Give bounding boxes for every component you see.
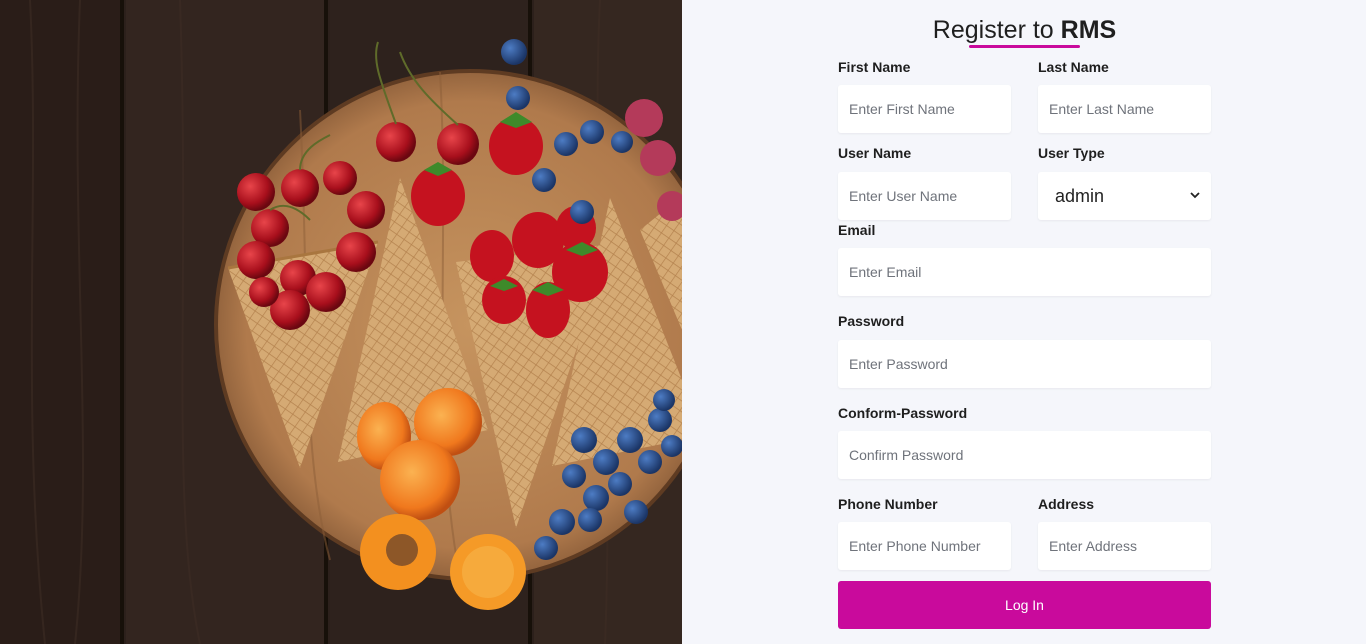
title-brand: RMS	[1060, 16, 1117, 44]
last-name-label: Last Name	[1038, 59, 1109, 75]
page-title: Register to RMS	[838, 16, 1211, 45]
login-button[interactable]: Log In	[838, 581, 1211, 629]
confirm-password-label: Conform-Password	[838, 405, 968, 421]
phone-label: Phone Number	[838, 496, 938, 512]
title-underline	[969, 45, 1080, 48]
title-prefix: Register to	[932, 16, 1061, 44]
register-panel	[682, 0, 1366, 644]
password-label: Password	[838, 313, 905, 329]
first-name-input[interactable]	[838, 85, 1011, 133]
chevron-down-icon	[1190, 192, 1200, 199]
fruit-cones-illustration	[0, 0, 682, 644]
email-input[interactable]	[838, 248, 1211, 296]
phone-input[interactable]	[838, 522, 1011, 570]
user-name-label: User Name	[838, 145, 912, 161]
address-label: Address	[1038, 496, 1095, 512]
address-input[interactable]	[1038, 522, 1211, 570]
last-name-input[interactable]	[1038, 85, 1211, 133]
email-label: Email	[838, 222, 876, 238]
user-type-select[interactable]: admin	[1038, 172, 1211, 220]
hero-image	[0, 0, 682, 644]
user-type-selected-value: admin	[1055, 186, 1105, 206]
user-type-label: User Type	[1038, 145, 1105, 161]
confirm-password-input[interactable]	[838, 431, 1211, 479]
password-input[interactable]	[838, 340, 1211, 388]
user-name-input[interactable]	[838, 172, 1011, 220]
first-name-label: First Name	[838, 59, 911, 75]
